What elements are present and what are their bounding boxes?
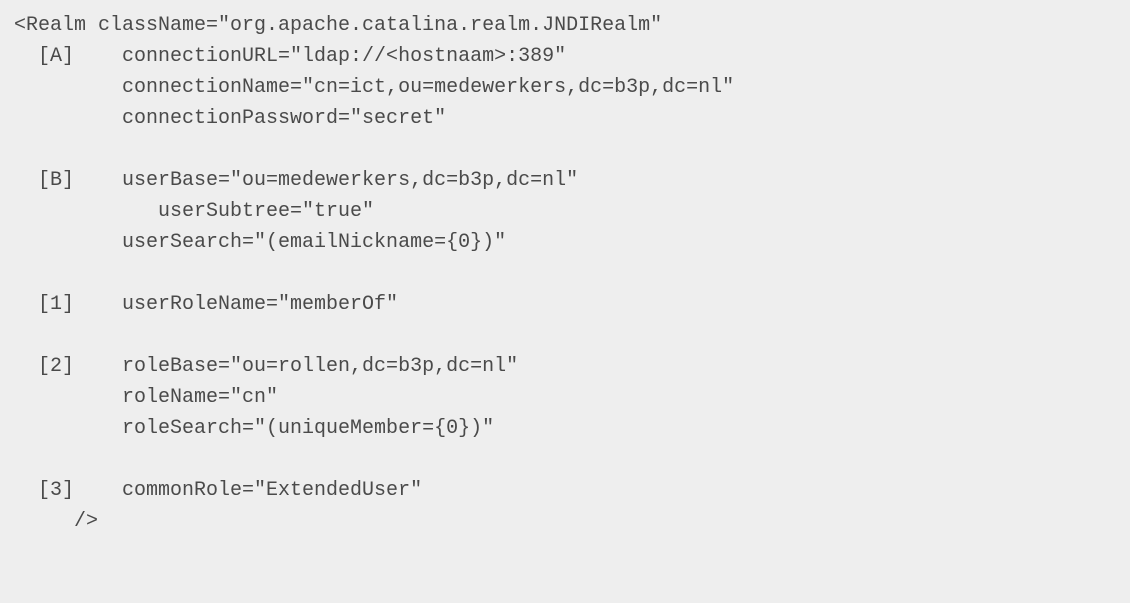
code-line: [B] userBase="ou=medewerkers,dc=b3p,dc=n…: [14, 169, 578, 192]
code-line: roleName="cn": [14, 386, 278, 409]
code-line: [2] roleBase="ou=rollen,dc=b3p,dc=nl": [14, 355, 518, 378]
code-block: <Realm className="org.apache.catalina.re…: [0, 0, 1130, 603]
code-line: [1] userRoleName="memberOf": [14, 293, 398, 316]
code-line: userSubtree="true": [14, 200, 374, 223]
code-line: connectionName="cn=ict,ou=medewerkers,dc…: [14, 76, 734, 99]
code-line: connectionPassword="secret": [14, 107, 446, 130]
code-line: [A] connectionURL="ldap://<hostnaam>:389…: [14, 45, 566, 68]
code-line: roleSearch="(uniqueMember={0})": [14, 417, 494, 440]
code-line: <Realm className="org.apache.catalina.re…: [14, 14, 662, 37]
code-line: [3] commonRole="ExtendedUser": [14, 479, 422, 502]
code-line: />: [14, 510, 98, 533]
code-line: userSearch="(emailNickname={0})": [14, 231, 506, 254]
